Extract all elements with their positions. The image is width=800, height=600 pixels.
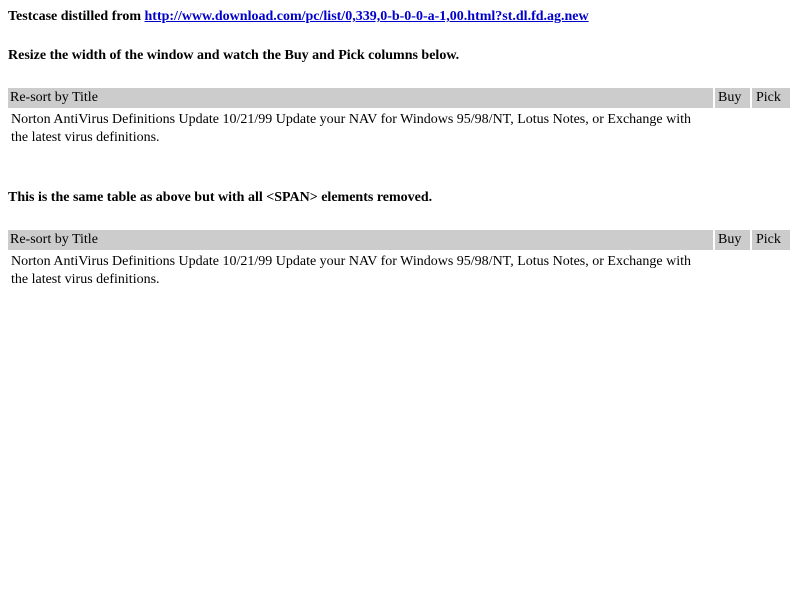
testcase-prefix: Testcase distilled from: [8, 9, 145, 24]
table-row: Norton AntiVirus Definitions Update 10/2…: [11, 254, 691, 287]
source-url-link[interactable]: http://www.download.com/pc/list/0,339,0-…: [145, 9, 589, 24]
resort-by-title-header[interactable]: Re-sort by Title: [8, 230, 713, 250]
table-header-row: Re-sort by Title Buy Pick: [8, 88, 790, 108]
testcase-source-line: Testcase distilled from http://www.downl…: [8, 9, 589, 25]
listing-table-without-spans: Re-sort by Title Buy Pick Norton AntiVir…: [8, 230, 790, 287]
pick-column-header: Pick: [752, 230, 790, 250]
buy-column-header: Buy: [715, 230, 750, 250]
table-header-row: Re-sort by Title Buy Pick: [8, 230, 790, 250]
page: { "intro": { "prefix": "Testcase distill…: [0, 0, 800, 600]
same-table-note: This is the same table as above but with…: [8, 190, 433, 205]
buy-column-header: Buy: [715, 88, 750, 108]
pick-column-header: Pick: [752, 88, 790, 108]
resort-by-title-header[interactable]: Re-sort by Title: [8, 88, 713, 108]
table-row: Norton AntiVirus Definitions Update 10/2…: [11, 112, 691, 145]
listing-table-with-spans: Re-sort by Title Buy Pick Norton AntiVir…: [8, 88, 790, 145]
instruction-text: Resize the width of the window and watch…: [8, 48, 460, 63]
